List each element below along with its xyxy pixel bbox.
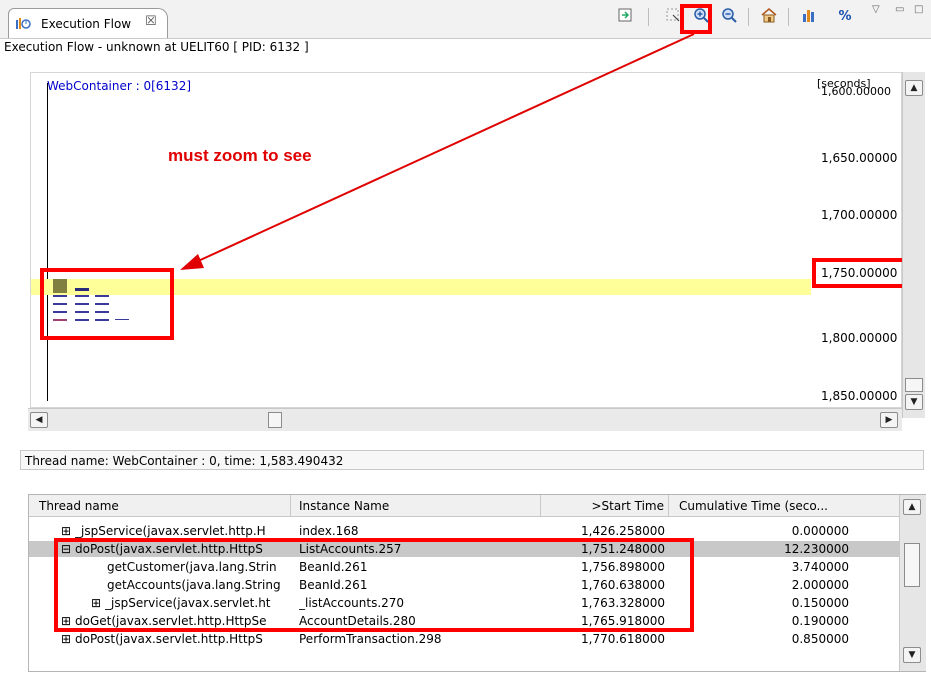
cumulative-time-cell: 2.000000 bbox=[791, 578, 849, 592]
scroll-down-icon[interactable]: ▼ bbox=[905, 394, 923, 410]
scroll-up-icon[interactable]: ▲ bbox=[903, 499, 921, 515]
rows-highlight-box bbox=[54, 538, 694, 632]
cumulative-time-cell: 0.190000 bbox=[791, 614, 849, 628]
table-row[interactable]: ⊞ _jspService(javax.servlet.http.H index… bbox=[29, 523, 899, 539]
table-vertical-scrollbar[interactable]: ▲ ▼ bbox=[899, 495, 926, 671]
cumulative-time-cell: 3.740000 bbox=[791, 560, 849, 574]
column-header-instance-name[interactable]: Instance Name bbox=[291, 495, 541, 517]
thread-name-cell: doPost(javax.servlet.http.HttpS bbox=[75, 632, 263, 646]
expand-icon[interactable]: ⊞ bbox=[61, 631, 71, 647]
instance-name-cell: PerformTransaction.298 bbox=[299, 632, 442, 646]
scroll-thumb[interactable] bbox=[905, 378, 923, 392]
cumulative-time-cell: 0.150000 bbox=[791, 596, 849, 610]
column-header-cumulative-time[interactable]: Cumulative Time (seco... bbox=[669, 495, 899, 517]
scroll-thumb[interactable] bbox=[268, 412, 282, 428]
cumulative-time-cell: 12.230000 bbox=[784, 542, 849, 556]
scroll-left-icon[interactable]: ◀ bbox=[30, 412, 48, 428]
horizontal-scrollbar[interactable]: ◀ ▶ bbox=[28, 408, 902, 431]
column-header-thread-name[interactable]: Thread name bbox=[29, 495, 291, 517]
cumulative-time-cell: 0.850000 bbox=[791, 632, 849, 646]
expand-icon[interactable]: ⊞ bbox=[61, 523, 71, 539]
start-time-cell: 1,426.258000 bbox=[581, 524, 665, 538]
scroll-down-icon[interactable]: ▼ bbox=[903, 647, 921, 663]
cumulative-time-cell: 0.000000 bbox=[791, 524, 849, 538]
start-time-cell: 1,770.618000 bbox=[581, 632, 665, 646]
scroll-up-icon[interactable]: ▲ bbox=[905, 80, 923, 96]
instance-name-cell: index.168 bbox=[299, 524, 359, 538]
scroll-right-icon[interactable]: ▶ bbox=[880, 412, 898, 428]
status-bar: Thread name: WebContainer : 0, time: 1,5… bbox=[20, 450, 924, 470]
thread-name-cell: _jspService(javax.servlet.http.H bbox=[75, 524, 266, 538]
table-row[interactable]: ⊞ doPost(javax.servlet.http.HttpS Perfor… bbox=[29, 631, 899, 647]
scroll-thumb[interactable] bbox=[904, 543, 920, 587]
vertical-scrollbar[interactable]: ▲ ▼ bbox=[902, 72, 925, 418]
column-header-start-time[interactable]: >Start Time bbox=[541, 495, 669, 517]
